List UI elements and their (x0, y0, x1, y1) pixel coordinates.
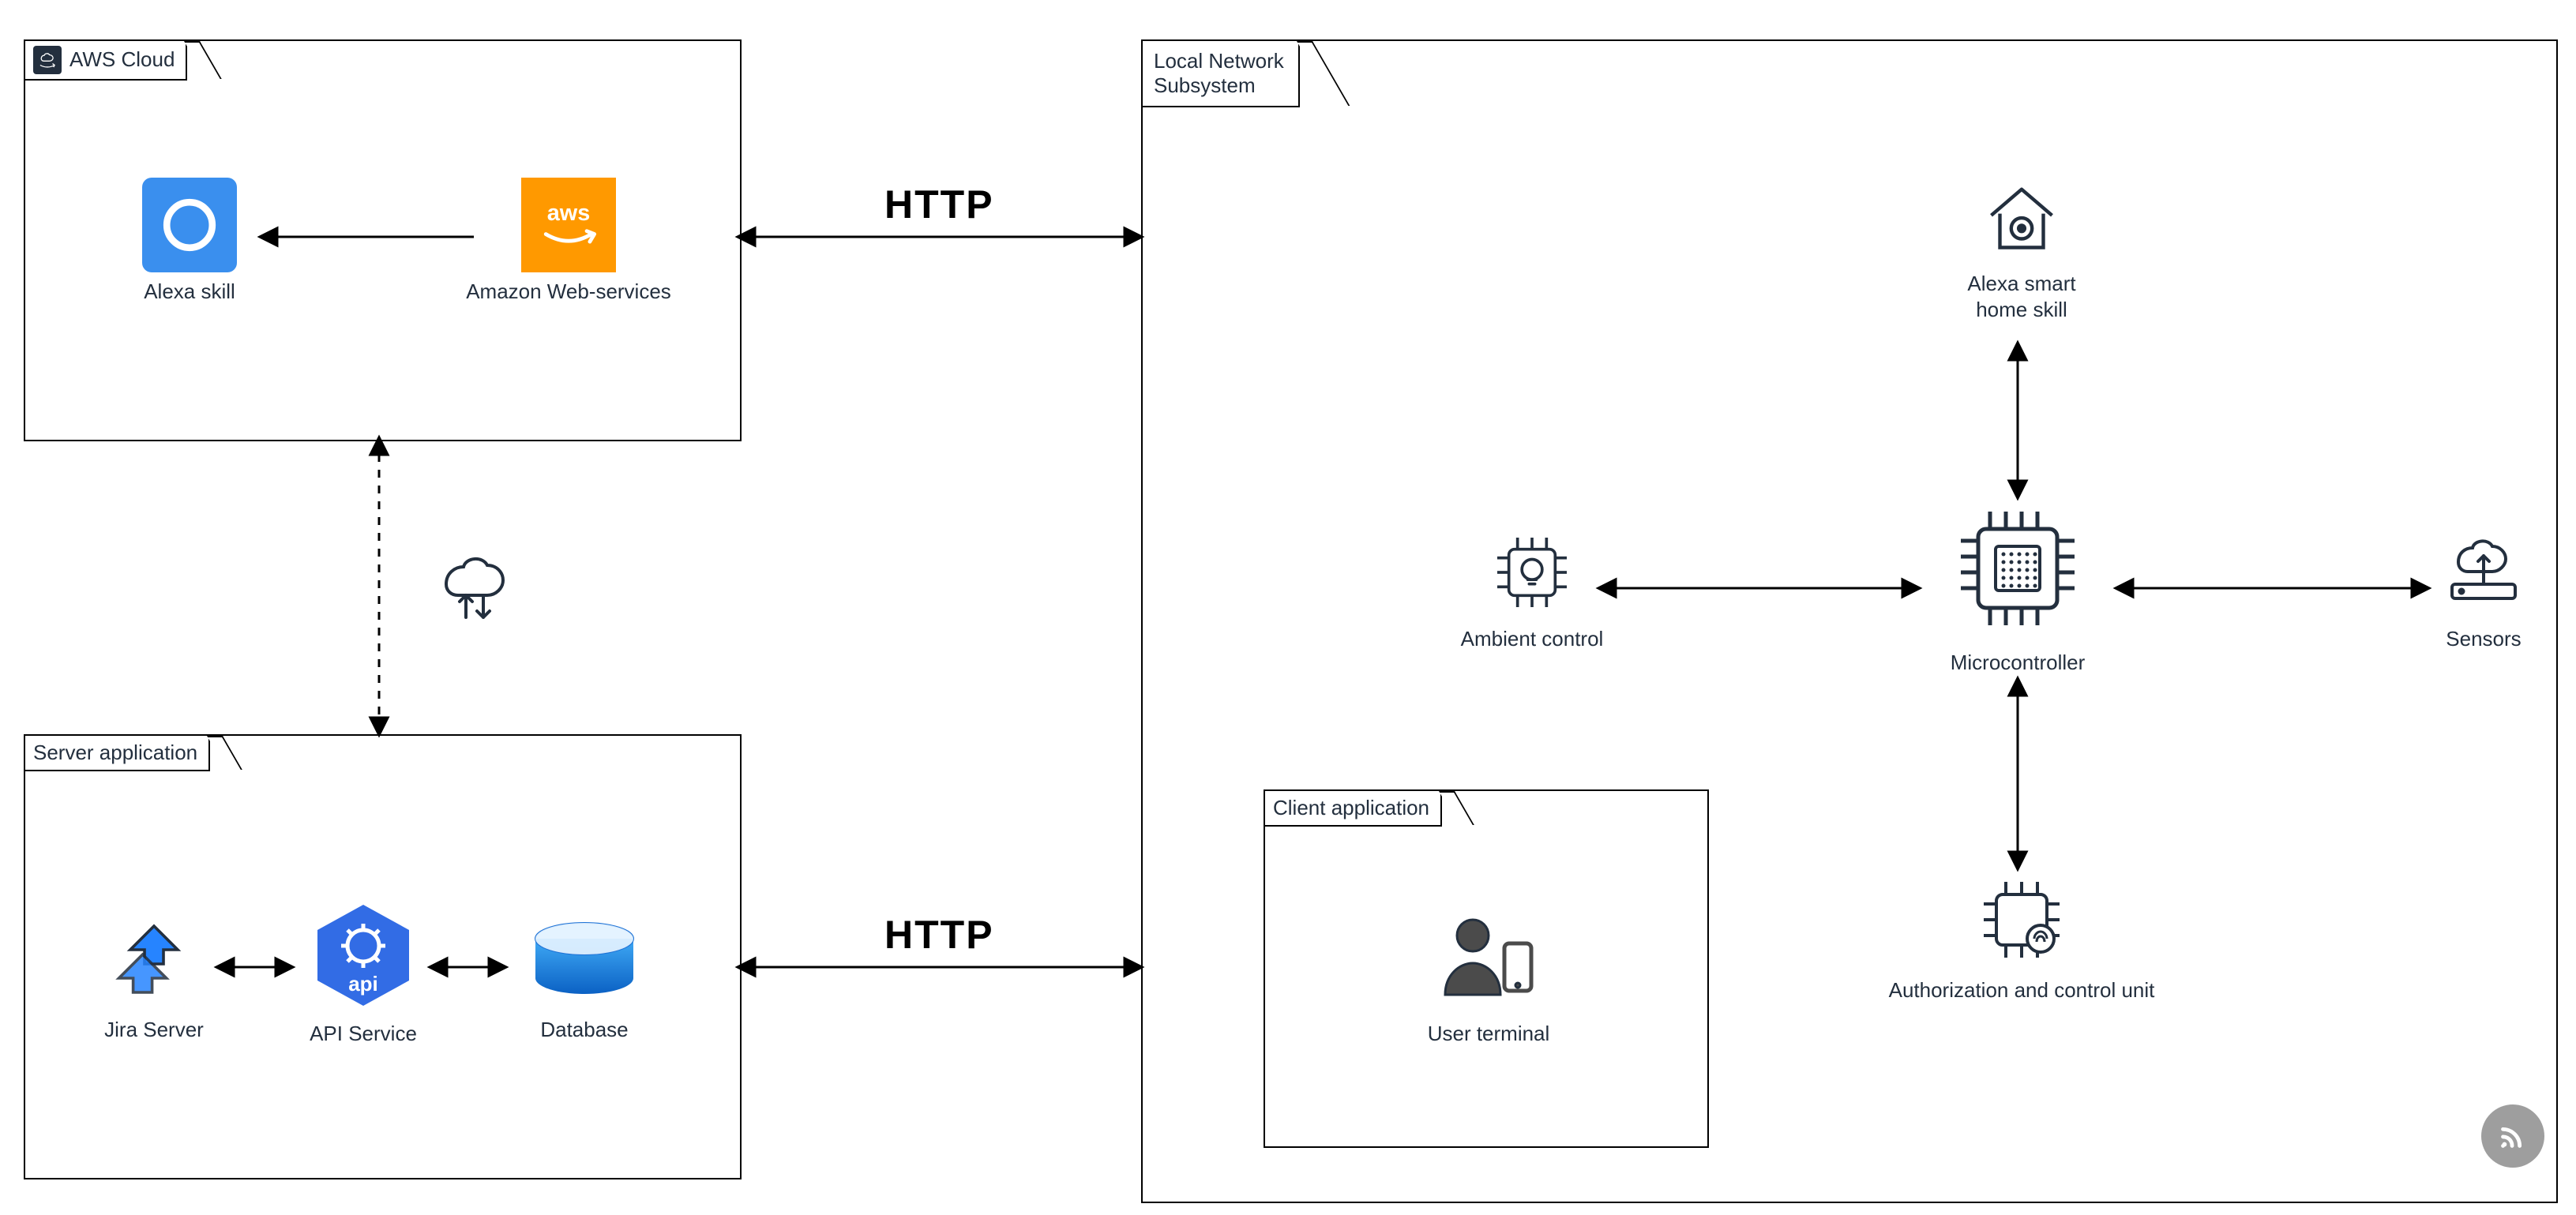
node-aws: aws Amazon Web-services (466, 178, 671, 305)
group-aws-cloud-label: AWS Cloud (69, 47, 175, 72)
node-aws-label: Amazon Web-services (466, 279, 671, 305)
microcontroller-chip-icon (1947, 497, 2089, 639)
group-local-network-tab: Local Network Subsystem (1141, 39, 1300, 107)
node-auth-control-unit: Authorization and control unit (1887, 872, 2156, 1003)
node-user-terminal: User terminal (1410, 900, 1568, 1047)
node-alexa-home-label: Alexa smart home skill (1951, 271, 2093, 322)
node-ambient-control: Ambient control (1445, 529, 1619, 652)
group-server-application-tab: Server application (24, 734, 210, 771)
node-sensors: Sensors (2424, 529, 2543, 652)
node-alexa-skill-label: Alexa skill (118, 279, 261, 305)
group-server-application-label: Server application (33, 741, 197, 765)
group-client-application-label: Client application (1273, 796, 1429, 820)
node-jira-server: Jira Server (83, 912, 225, 1043)
alexa-skill-icon (142, 178, 237, 272)
node-alexa-skill: Alexa skill (118, 178, 261, 305)
node-jira-label: Jira Server (83, 1017, 225, 1043)
http-label-bottom: HTTP (884, 912, 994, 958)
api-service-icon: api (308, 900, 419, 1011)
node-api-service: api API Service (284, 900, 442, 1047)
database-icon (525, 920, 644, 999)
group-local-network-label: Local Network Subsystem (1154, 49, 1284, 98)
group-client-application-tab: Client application (1264, 789, 1442, 827)
http-label-top: HTTP (884, 182, 994, 227)
ambient-chip-icon (1489, 529, 1575, 616)
node-microcontroller: Microcontroller (1927, 497, 2108, 676)
api-badge-text: api (348, 972, 378, 996)
node-database-label: Database (505, 1017, 663, 1043)
rss-badge-icon (2481, 1104, 2544, 1168)
node-alexa-home-skill: Alexa smart home skill (1951, 174, 2093, 322)
auth-chip-icon (1974, 872, 2069, 967)
jira-icon (107, 912, 201, 1007)
node-ambient-label: Ambient control (1445, 626, 1619, 652)
aws-logo-icon (33, 46, 62, 74)
node-user-terminal-label: User terminal (1410, 1021, 1568, 1047)
node-auth-label: Authorization and control unit (1887, 977, 2156, 1003)
user-terminal-icon (1429, 900, 1548, 1011)
smart-home-icon (1978, 174, 2065, 261)
node-database: Database (505, 920, 663, 1043)
aws-service-icon: aws (521, 178, 616, 272)
node-microcontroller-label: Microcontroller (1927, 650, 2108, 676)
diagram-canvas: AWS Cloud Alexa skill aws Amazon Web-ser… (0, 0, 2576, 1215)
aws-logo-text: aws (547, 201, 590, 226)
node-api-service-label: API Service (284, 1021, 442, 1047)
node-sensors-label: Sensors (2424, 626, 2543, 652)
group-aws-cloud-tab: AWS Cloud (24, 39, 187, 81)
sensors-icon (2436, 529, 2531, 616)
cloud-sync-icon (426, 545, 521, 636)
